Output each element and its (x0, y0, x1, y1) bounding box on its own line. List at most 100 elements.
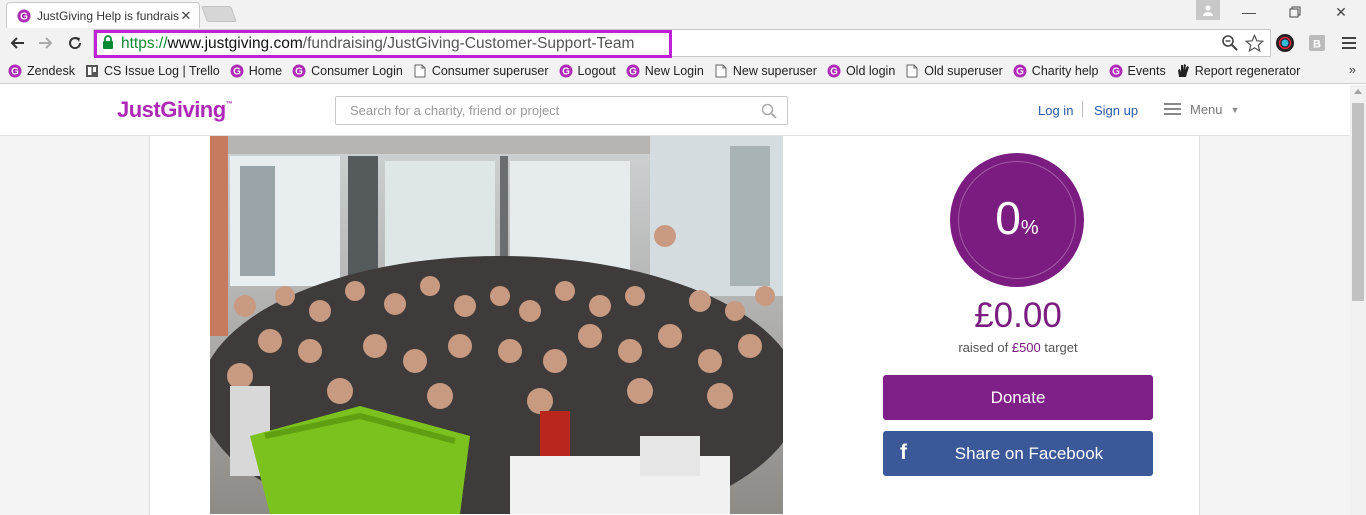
svg-text:B: B (1313, 39, 1321, 51)
web-page: JustGiving™ Log in Sign up Menu ▼ (0, 85, 1350, 515)
url-path: /fundraising/JustGiving-Customer-Support… (302, 35, 635, 52)
logo-text: JustGiving (117, 97, 226, 122)
tab-title: JustGiving Help is fundrais (37, 8, 179, 23)
bookmark-item[interactable]: G New Login (626, 64, 704, 78)
bookmark-label: CS Issue Log | Trello (103, 63, 220, 78)
bookmark-star-icon[interactable] (1245, 34, 1264, 53)
bookmark-item[interactable]: G Charity help (1013, 64, 1099, 78)
bookmark-label: Old superuser (924, 63, 1003, 78)
logo-trademark: ™ (225, 101, 233, 108)
justgiving-icon: G (559, 64, 573, 78)
svg-text:G: G (295, 66, 303, 77)
browser-toolbar: https://www.justgiving.com/fundraising/J… (0, 28, 1366, 58)
percent-value: 0 (995, 192, 1021, 244)
progress-percent: 0% (950, 191, 1084, 245)
user-profile-icon[interactable] (1196, 0, 1220, 20)
trello-icon (85, 64, 99, 78)
svg-text:G: G (11, 66, 19, 77)
bookmark-item[interactable]: CS Issue Log | Trello (85, 64, 220, 78)
hand-icon (1176, 64, 1190, 78)
svg-text:G: G (20, 11, 28, 22)
bookmark-item[interactable]: G Zendesk (8, 64, 75, 78)
restore-window-icon[interactable] (1280, 2, 1310, 22)
bookmark-item[interactable]: Consumer superuser (413, 64, 549, 78)
zoom-icon[interactable] (1221, 34, 1239, 52)
bookmark-label: Zendesk (27, 63, 75, 78)
bookmark-item[interactable]: G Old login (827, 64, 895, 78)
bookmark-item[interactable]: G Logout (559, 64, 616, 78)
justgiving-icon: G (292, 64, 306, 78)
bookmark-label: New superuser (732, 63, 817, 78)
page-scrollbar[interactable] (1350, 85, 1366, 515)
tab-close-icon[interactable]: ✕ (179, 8, 193, 24)
menu-button[interactable]: Menu ▼ (1164, 102, 1239, 117)
new-tab-button[interactable] (201, 6, 237, 22)
bookmark-label: Events (1127, 63, 1166, 78)
url-domain: www.justgiving.com (167, 35, 303, 52)
site-header: JustGiving™ Log in Sign up Menu ▼ (0, 85, 1350, 136)
browser-titlebar: G JustGiving Help is fundrais ✕ — ✕ (0, 0, 1366, 28)
minimize-window-icon[interactable]: — (1234, 2, 1264, 22)
donate-button[interactable]: Donate (883, 375, 1153, 420)
browser-tab[interactable]: G JustGiving Help is fundrais ✕ (6, 2, 200, 28)
svg-text:G: G (1112, 66, 1120, 77)
scroll-up-arrow-icon[interactable] (1354, 89, 1362, 94)
bookmark-item[interactable]: G Home (230, 64, 282, 78)
bookmark-item[interactable]: G Consumer Login (292, 64, 403, 78)
address-bar[interactable]: https://www.justgiving.com/fundraising/J… (93, 29, 1271, 58)
bookmark-label: Consumer Login (311, 63, 403, 78)
url-text: https://www.justgiving.com/fundraising/J… (121, 35, 634, 53)
page-icon (905, 64, 919, 78)
header-divider (1082, 101, 1083, 117)
back-arrow-icon[interactable] (6, 32, 28, 54)
bookmark-label: Report regenerator (1194, 63, 1301, 78)
target-amount: £500 (1011, 340, 1041, 355)
url-scheme: https:// (121, 35, 168, 52)
extension-camera-icon[interactable] (1275, 33, 1295, 53)
progress-circle: 0% (950, 153, 1084, 287)
share-facebook-label: Share on Facebook (954, 444, 1104, 463)
bookmark-item[interactable]: Old superuser (905, 64, 1003, 78)
justgiving-icon: G (1109, 64, 1123, 78)
login-link[interactable]: Log in (1038, 103, 1073, 118)
bookmarks-bar: G Zendesk CS Issue Log | Trello G Home G Consu… (0, 58, 1366, 84)
lock-icon (103, 35, 113, 49)
svg-text:G: G (1016, 66, 1024, 77)
search-icon[interactable] (761, 103, 777, 119)
amount-raised: £0.00 (974, 296, 1062, 335)
svg-text:G: G (629, 66, 637, 77)
signup-link[interactable]: Sign up (1094, 103, 1138, 118)
bookmark-label: Logout (577, 63, 616, 78)
bookmark-item[interactable]: G Events (1109, 64, 1166, 78)
bookmark-item[interactable]: Report regenerator (1176, 63, 1301, 78)
chrome-menu-icon[interactable] (1339, 33, 1359, 53)
bookmark-label: New Login (644, 63, 704, 78)
justgiving-icon: G (230, 64, 244, 78)
percent-symbol: % (1020, 217, 1039, 239)
bookmark-label: Charity help (1031, 63, 1099, 78)
justgiving-logo[interactable]: JustGiving™ (117, 97, 233, 123)
page-icon (413, 64, 427, 78)
justgiving-icon: G (626, 64, 640, 78)
scrollbar-thumb[interactable] (1352, 103, 1364, 301)
reload-icon[interactable] (64, 32, 86, 54)
extension-b-icon[interactable]: B (1307, 33, 1327, 53)
caret-down-icon: ▼ (1230, 104, 1240, 115)
bookmark-item[interactable]: New superuser (714, 64, 817, 78)
justgiving-icon: G (1013, 64, 1027, 78)
bookmarks-overflow-icon[interactable]: » (1349, 62, 1356, 77)
bookmark-label: Old login (845, 63, 896, 78)
fundraising-page-card: 0% £0.00 raised of £500 target Donate f … (149, 136, 1200, 515)
close-window-icon[interactable]: ✕ (1326, 2, 1356, 22)
bookmark-label: Home (248, 63, 283, 78)
svg-text:G: G (830, 66, 838, 77)
team-photo (210, 136, 783, 514)
page-icon (714, 64, 728, 78)
justgiving-icon: G (827, 64, 841, 78)
forward-arrow-icon[interactable] (35, 32, 57, 54)
justgiving-icon: G (8, 64, 22, 78)
svg-text:G: G (233, 66, 241, 77)
site-search-input[interactable] (336, 97, 787, 124)
menu-label: Menu (1190, 102, 1223, 117)
share-facebook-button[interactable]: f Share on Facebook (883, 431, 1153, 476)
